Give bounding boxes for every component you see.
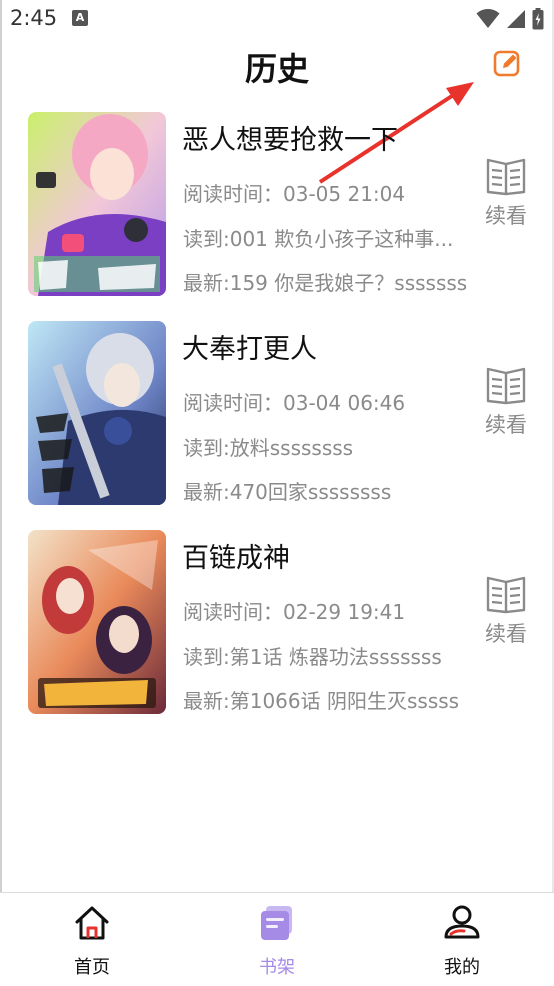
profile-icon: [444, 905, 480, 939]
comic-title[interactable]: 大奉打更人: [182, 327, 317, 366]
latest-chapter: 最新:470回家ssssssss: [183, 480, 392, 504]
comic-title[interactable]: 百链成神: [182, 536, 290, 575]
tab-profile[interactable]: 我的: [392, 893, 532, 986]
notification-a-icon: A: [72, 10, 88, 26]
history-item[interactable]: 百链成神 阅读时间：02-29 19:41 读到:第1话 炼器功法sssssss…: [0, 518, 554, 718]
status-icons: [476, 7, 544, 31]
history-item[interactable]: 恶人想要抢救一下 阅读时间：03-05 21:04 读到:001 欺负小孩子这种…: [0, 100, 554, 300]
tab-bookshelf[interactable]: 书架: [207, 893, 347, 986]
latest-chapter: 最新:159 你是我娘子？sssssss: [183, 271, 468, 295]
read-progress: 读到:001 欺负小孩子这种事...: [183, 227, 454, 251]
wifi-icon: [476, 9, 500, 28]
battery-icon: [532, 8, 544, 30]
continue-reading-button[interactable]: 续看: [480, 365, 532, 439]
history-item[interactable]: 大奉打更人 阅读时间：03-04 06:46 读到:放料ssssssss 最新:…: [0, 309, 554, 509]
continue-label: 续看: [485, 413, 527, 437]
tab-label: 首页: [74, 957, 110, 978]
continue-label: 续看: [485, 622, 527, 646]
edit-pencil-icon: [493, 50, 520, 77]
continue-label: 续看: [485, 204, 527, 228]
status-bar: 2:45 A: [0, 0, 554, 40]
signal-icon: [507, 10, 525, 28]
header: 历史: [0, 40, 554, 90]
bottom-tab-bar: 首页 书架 我的: [0, 892, 554, 986]
comic-cover[interactable]: [28, 530, 166, 714]
read-time: 阅读时间：02-29 19:41: [183, 600, 406, 624]
continue-reading-button[interactable]: 续看: [480, 156, 532, 230]
latest-chapter: 最新:第1066话 阴阳生灭sssss: [183, 689, 460, 713]
comic-title[interactable]: 恶人想要抢救一下: [182, 118, 398, 157]
tab-label: 我的: [444, 957, 480, 978]
read-time: 阅读时间：03-04 06:46: [183, 391, 406, 415]
tab-home[interactable]: 首页: [22, 893, 162, 986]
open-book-icon: [486, 576, 526, 614]
continue-reading-button[interactable]: 续看: [480, 574, 532, 648]
page-title: 历史: [244, 50, 309, 88]
comic-cover[interactable]: [28, 321, 166, 505]
read-progress: 读到:放料ssssssss: [183, 436, 354, 460]
edit-button[interactable]: [490, 46, 524, 80]
open-book-icon: [486, 158, 526, 196]
status-time: 2:45: [10, 6, 58, 30]
tab-label: 书架: [259, 957, 295, 978]
read-time: 阅读时间：03-05 21:04: [183, 182, 406, 206]
comic-cover[interactable]: [28, 112, 166, 296]
read-progress: 读到:第1话 炼器功法sssssss: [183, 645, 442, 669]
home-icon: [75, 906, 109, 940]
bookshelf-icon: [261, 906, 292, 940]
open-book-icon: [486, 367, 526, 405]
